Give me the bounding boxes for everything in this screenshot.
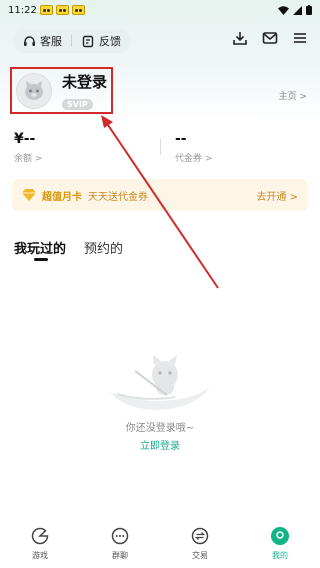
nav-label-chat: 群聊 — [112, 551, 128, 560]
mail-icon[interactable] — [262, 30, 278, 46]
bottom-navigation: 游戏 群聊 交易 我的 — [0, 520, 320, 568]
nav-item-game[interactable]: 游戏 — [10, 526, 70, 561]
game-icon — [30, 526, 50, 546]
home-page-link[interactable]: 主页 > — [279, 89, 307, 102]
svip-badge: SVIP — [62, 98, 93, 110]
service-button[interactable]: 客服 — [13, 29, 62, 53]
voucher-label: 代金券 > — [175, 154, 213, 164]
card-subtitle: 天天送代金券 — [88, 191, 148, 203]
signal-icon — [293, 5, 302, 15]
user-name[interactable]: 未登录 — [62, 71, 107, 92]
wifi-icon — [278, 5, 289, 15]
feedback-icon — [82, 35, 94, 47]
nav-item-trade[interactable]: 交易 — [170, 526, 230, 561]
nav-item-profile[interactable]: 我的 — [250, 526, 310, 561]
active-tab-indicator — [34, 258, 48, 261]
notification-icon — [39, 5, 53, 15]
stats-divider — [160, 139, 161, 155]
feedback-label: 反馈 — [99, 35, 121, 48]
profile-icon — [270, 526, 290, 546]
balance-stat[interactable]: ¥-- 余额 > — [14, 131, 42, 164]
battery-icon — [306, 5, 312, 15]
voucher-value: -- — [175, 131, 187, 147]
cat-avatar-icon — [25, 80, 43, 100]
feedback-button[interactable]: 反馈 — [72, 29, 121, 53]
login-now-link[interactable]: 立即登录 — [0, 437, 320, 452]
headset-icon — [24, 35, 35, 46]
tab-played[interactable]: 我玩过的 — [14, 238, 66, 257]
status-time: 11:22 — [8, 4, 37, 16]
nav-label-trade: 交易 — [192, 551, 208, 560]
trade-icon — [190, 526, 210, 546]
content-tabs: 我玩过的 预约的 — [14, 238, 123, 261]
chat-icon — [110, 526, 130, 546]
tab-reserved[interactable]: 预约的 — [84, 238, 123, 257]
download-icon[interactable] — [232, 30, 248, 46]
cat-boat-icon — [110, 355, 210, 410]
balance-label: 余额 > — [14, 154, 43, 164]
menu-icon[interactable] — [292, 30, 308, 46]
voucher-stat[interactable]: -- 代金券 > — [175, 131, 212, 164]
nav-item-chat[interactable]: 群聊 — [90, 526, 150, 561]
status-bar: 11:22 — [0, 0, 320, 20]
balance-value: ¥-- — [14, 131, 36, 147]
monthly-card-banner[interactable]: 超值月卡 天天送代金券 去开通 > — [12, 179, 308, 211]
card-title: 超值月卡 — [42, 191, 82, 203]
diamond-icon — [22, 189, 36, 201]
empty-state-illustration — [0, 347, 320, 416]
empty-state-message: 你还没登录哦~ — [125, 423, 195, 434]
user-profile-block[interactable]: 未登录 SVIP — [10, 67, 113, 114]
activate-button[interactable]: 去开通 > — [256, 188, 298, 203]
notification-icon — [71, 5, 85, 15]
service-label: 客服 — [40, 35, 62, 48]
service-feedback-pill: 客服 反馈 — [13, 29, 131, 53]
nav-label-profile: 我的 — [272, 551, 288, 560]
avatar[interactable] — [16, 72, 52, 109]
header-actions — [232, 30, 308, 46]
nav-label-game: 游戏 — [32, 551, 48, 560]
notification-icon — [55, 5, 69, 15]
